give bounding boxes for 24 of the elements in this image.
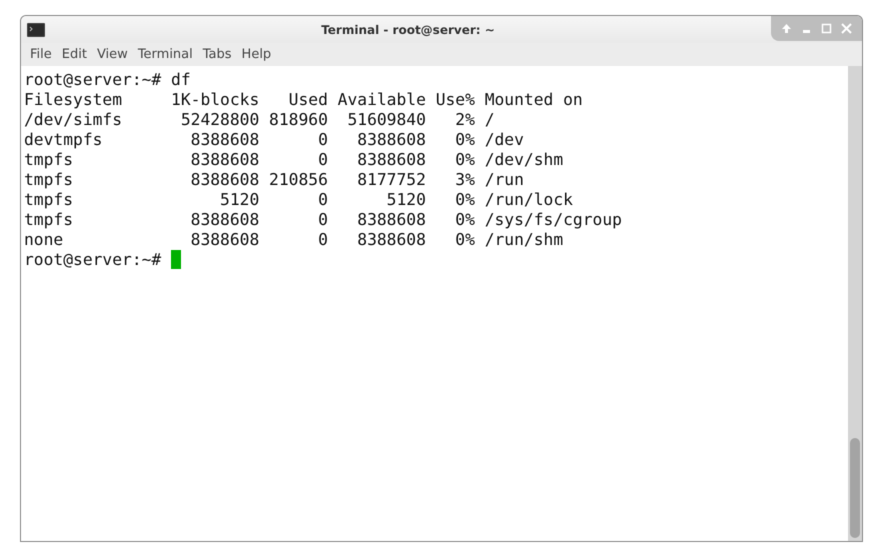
maximize-icon[interactable] [821, 23, 832, 34]
terminal-line: none 8388608 0 8388608 0% /run/shm [24, 230, 564, 250]
scrollbar[interactable] [848, 66, 862, 541]
scrollbar-thumb[interactable] [850, 438, 860, 538]
menu-item[interactable]: View [92, 44, 133, 64]
terminal-line: root@server:~# df [24, 70, 191, 90]
up-arrow-icon[interactable] [781, 23, 792, 34]
terminal-line: Filesystem 1K-blocks Used Available Use% Mounted on [24, 90, 583, 110]
menu-item[interactable]: File [25, 44, 57, 64]
terminal-app-icon [27, 22, 45, 36]
terminal-line: /dev/simfs 52428800 818960 51609840 2% / [24, 110, 495, 130]
menu-item[interactable]: Help [236, 44, 276, 64]
terminal-line: devtmpfs 8388608 0 8388608 0% /dev [24, 130, 524, 150]
close-icon[interactable] [841, 23, 852, 34]
menu-item[interactable]: Terminal [132, 44, 198, 64]
cursor [171, 250, 182, 269]
window-title: Terminal - root@server: ~ [321, 22, 495, 36]
menu-item[interactable]: Edit [56, 44, 92, 64]
menu-item[interactable]: Tabs [198, 44, 237, 64]
terminal-line: tmpfs 8388608 0 8388608 0% /sys/fs/cgroup [24, 210, 622, 230]
terminal-line: tmpfs 8388608 210856 8177752 3% /run [24, 170, 524, 190]
terminal-prompt: root@server:~# [24, 250, 162, 270]
terminal-line: tmpfs 5120 0 5120 0% /run/lock [24, 190, 573, 210]
terminal-line: tmpfs 8388608 0 8388608 0% /dev/shm [24, 150, 564, 170]
